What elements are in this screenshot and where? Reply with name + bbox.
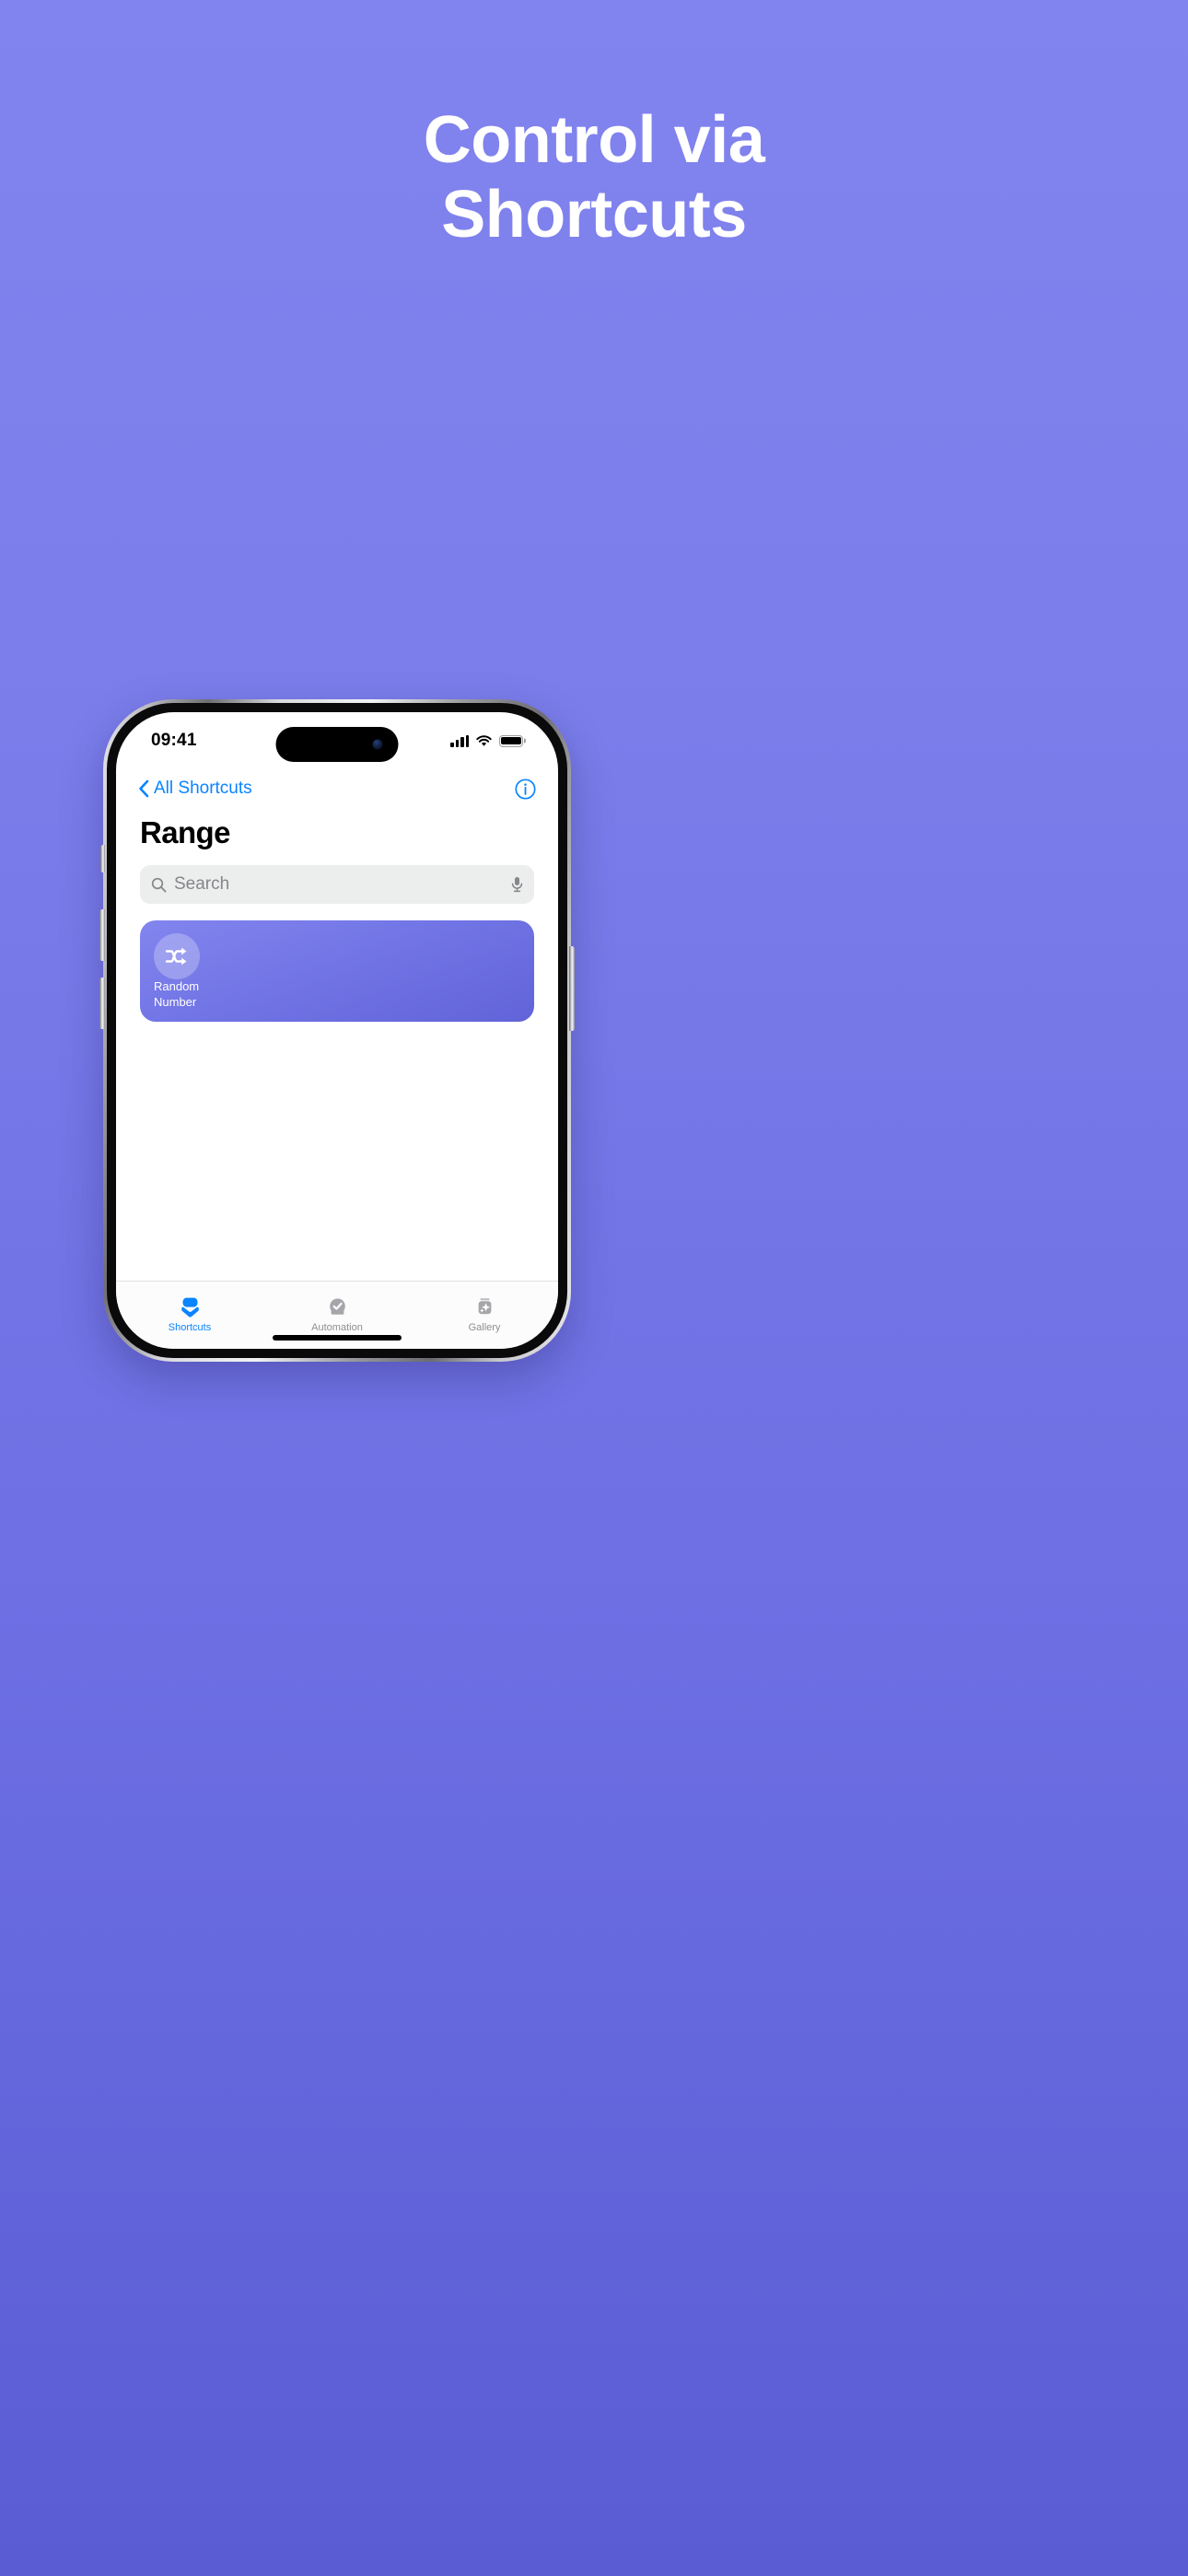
wifi-icon [476,734,492,746]
phone-frame: 09:41 All Shortcuts Range Search Random … [99,699,575,1362]
tab-label-gallery: Gallery [468,1322,501,1333]
info-button[interactable] [515,778,536,800]
search-field[interactable]: Search [140,865,534,904]
promo-headline: Control via Shortcuts [0,103,1188,252]
info-circle-icon [515,778,536,800]
volume-up-button[interactable] [99,909,105,961]
battery-icon [499,734,523,747]
chevron-left-icon [139,779,149,798]
tab-label-shortcuts: Shortcuts [168,1322,212,1333]
sparkle-cards-icon [478,1298,491,1315]
front-camera-icon [372,739,383,750]
microphone-icon[interactable] [511,876,523,893]
mute-switch-button[interactable] [100,845,105,872]
status-bar-time: 09:41 [151,731,197,750]
power-button[interactable] [569,946,575,1031]
shortcut-name-line-1: Random [154,979,200,994]
phone-screen: 09:41 All Shortcuts Range Search Random … [116,712,558,1349]
search-icon [151,877,167,892]
phone-mockup: 09:41 All Shortcuts Range Search Random … [99,699,575,1362]
check-circle-icon [329,1298,345,1315]
volume-down-button[interactable] [99,978,105,1029]
back-button-label: All Shortcuts [154,779,252,798]
shortcut-icon-badge [154,933,200,979]
promo-headline-line-1: Control via [423,103,765,177]
home-indicator[interactable] [273,1335,402,1341]
phone-bezel: 09:41 All Shortcuts Range Search Random … [107,703,567,1358]
status-bar-indicators [450,734,523,747]
navigation-bar: All Shortcuts [116,769,558,808]
tab-label-automation: Automation [311,1322,363,1333]
layers-icon [181,1297,199,1317]
tab-shortcuts[interactable]: Shortcuts [116,1282,263,1349]
search-placeholder: Search [174,874,230,894]
shortcut-tile-label: Random Number [154,979,199,1011]
tab-gallery[interactable]: Gallery [411,1282,558,1349]
back-button[interactable]: All Shortcuts [138,779,252,799]
dynamic-island [275,727,399,762]
shortcuts-grid: Random Number [140,920,534,1022]
shortcut-name-line-2: Number [154,995,197,1010]
page-title: Range [140,815,230,849]
promo-headline-line-2: Shortcuts [441,177,747,252]
shuffle-icon [165,947,187,966]
shortcut-tile-random-number[interactable]: Random Number [140,920,534,1022]
signal-bars-icon [450,734,469,747]
